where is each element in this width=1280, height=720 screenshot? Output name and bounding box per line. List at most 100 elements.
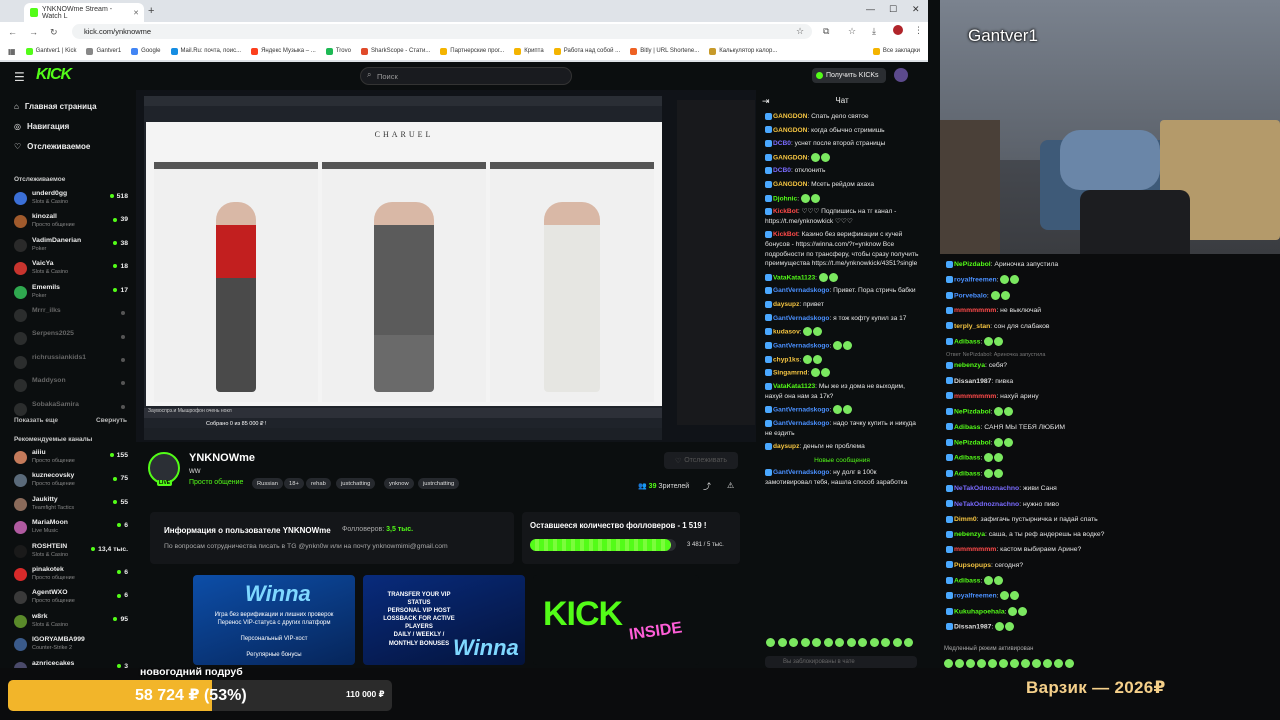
sidebar-channel[interactable]: aiiiu Просто общение 155 — [14, 448, 128, 468]
minimize-icon[interactable]: — — [866, 4, 875, 14]
bookmark-item[interactable]: SharkScope - Стати... — [360, 47, 430, 55]
sidebar-channel[interactable]: VadimDanerian Poker 38 — [14, 236, 128, 256]
chat-username[interactable]: GantVernadskogo — [773, 420, 829, 427]
chat-username[interactable]: Djohnic — [773, 195, 797, 202]
chat-username[interactable]: kudasov — [773, 328, 800, 335]
emote-icon[interactable] — [800, 638, 810, 647]
reload-icon[interactable]: ↻ — [50, 27, 58, 38]
chat-username[interactable]: Dimm0 — [954, 516, 977, 523]
nav-browse[interactable]: ◎ Навигация — [14, 122, 69, 131]
back-icon[interactable]: ← — [8, 27, 17, 37]
emote-icon[interactable] — [777, 638, 787, 647]
profile-avatar[interactable] — [893, 25, 903, 35]
tag[interactable]: ynknow — [384, 478, 414, 489]
sidebar-channel[interactable]: Serpens2025 — [14, 329, 128, 349]
emote-icon[interactable] — [812, 638, 821, 647]
chat-username[interactable]: royalfreemen — [954, 277, 997, 284]
chat-username[interactable]: DCB0 — [773, 140, 791, 147]
sidebar-channel[interactable]: MariaMoon Live Music 6 — [14, 518, 128, 538]
chat-username[interactable]: NePizdabol — [954, 261, 991, 268]
chat-username[interactable]: NeTakOdnoznachno — [954, 501, 1019, 508]
emote-icon[interactable] — [881, 638, 890, 647]
chat-username[interactable]: Dissan1987 — [954, 378, 991, 385]
chat-username[interactable]: GANGDON — [773, 181, 807, 188]
user-avatar[interactable] — [894, 68, 908, 82]
stream-category[interactable]: Просто общение — [189, 479, 243, 486]
bookmark-item[interactable]: Gantver1 | Kick — [25, 47, 76, 55]
chat-username[interactable]: mmmmmmm — [954, 393, 996, 400]
emote-icon[interactable] — [823, 638, 833, 647]
chat-username[interactable]: mmmmmmm — [954, 546, 996, 553]
report-icon[interactable]: ⚠ — [727, 481, 734, 490]
maximize-icon[interactable]: ☐ — [889, 4, 897, 15]
bookmark-item[interactable]: Партнерские прог... — [440, 47, 504, 55]
emote-icon[interactable] — [892, 638, 902, 647]
apps-icon[interactable]: ▦ — [8, 47, 16, 56]
chat-username[interactable]: GantVernadskogo — [773, 407, 829, 414]
chat-username[interactable]: VataKata1123 — [773, 274, 815, 281]
all-bookmarks[interactable]: Все закладки — [872, 47, 920, 55]
tag[interactable]: rehab — [306, 478, 331, 489]
chat-username[interactable]: GantVernadskogo — [773, 342, 829, 349]
browser-menu-icon[interactable]: ⋮ — [914, 25, 923, 36]
sidebar-channel[interactable]: Jaukitty Teamfight Tactics 55 — [14, 495, 128, 515]
chat-username[interactable]: NeTakOdnoznachno — [954, 485, 1019, 492]
chat-input[interactable]: Вы заблокированы в чате — [765, 656, 917, 668]
chat-username[interactable]: Adibass — [954, 424, 980, 431]
sidebar-channel[interactable]: AgentWXO Просто общение 6 — [14, 588, 128, 608]
chat-username[interactable]: GantVernadskogo — [773, 287, 829, 294]
star-bookmark-icon[interactable]: ☆ — [796, 26, 804, 37]
url-field[interactable]: kick.com/ynknowme — [72, 24, 812, 39]
download-icon[interactable]: ⤓ — [872, 26, 876, 37]
sidebar-channel[interactable]: w8rk Slots & Casino 95 — [14, 612, 128, 632]
bookmark-item[interactable]: Gantver1 — [86, 47, 121, 55]
search-input[interactable]: ⌕ Поиск — [360, 67, 572, 85]
emote-icon[interactable] — [846, 638, 856, 647]
bookmark-item[interactable]: Bitly | URL Shortene... — [630, 47, 699, 55]
tag[interactable]: 18+ — [284, 478, 304, 489]
chat-username[interactable]: nebenzya — [954, 362, 985, 369]
close-window-icon[interactable]: ✕ — [912, 4, 920, 15]
emote-icon[interactable] — [789, 638, 798, 647]
emote-icon[interactable] — [835, 638, 844, 647]
chat-username[interactable]: DCB0 — [773, 167, 791, 174]
close-tab-icon[interactable]: ✕ — [133, 9, 139, 17]
bookmark-item[interactable]: Mail.Ru: почта, поис... — [170, 47, 241, 55]
get-kicks-button[interactable]: Получить KICKs — [812, 68, 886, 83]
emote-icon[interactable] — [766, 638, 775, 647]
chat-username[interactable]: Porvebalo — [954, 292, 987, 299]
tag[interactable]: justchatting — [336, 478, 376, 489]
forward-icon[interactable]: → — [29, 27, 38, 37]
vip-panel[interactable]: TRANSFER YOUR VIP STATUS PERSONAL VIP HOST… — [363, 575, 525, 665]
winna-panel[interactable]: Winna Игра без верификации и лишних пров… — [193, 575, 355, 665]
chat-username[interactable]: KickBot — [773, 208, 798, 215]
chat-username[interactable]: chyp1ks — [773, 356, 799, 363]
sidebar-channel[interactable]: Mrrr_ilks — [14, 306, 128, 326]
bookmark-item[interactable]: Калькулятор калор... — [709, 47, 777, 55]
chat-username[interactable]: NePizdabol — [954, 439, 991, 446]
streamer-name[interactable]: YNKNOWme — [189, 452, 255, 464]
collapse-chat-icon[interactable]: ⇥ — [762, 90, 770, 112]
chat-username[interactable]: Adibass — [954, 470, 980, 477]
emote-icon[interactable] — [869, 638, 879, 647]
chat-username[interactable]: daysupz — [773, 301, 799, 308]
chat-username[interactable]: GANGDON — [773, 154, 807, 161]
bookmark-item[interactable]: Работа над собой ... — [553, 47, 620, 55]
chat-username[interactable]: mmmmmmm — [954, 307, 996, 314]
bookmark-icon[interactable]: ☆ — [848, 26, 856, 37]
sidebar-channel[interactable]: Ememils Poker 17 — [14, 283, 128, 303]
sidebar-channel[interactable]: kuznecovsky Просто общение 75 — [14, 471, 128, 491]
chat-username[interactable]: terply_stan — [954, 323, 990, 330]
chat-username[interactable]: daysupz — [773, 443, 799, 450]
chat-username[interactable]: nebenzya — [954, 531, 985, 538]
chat-username[interactable]: Dissan1987 — [954, 624, 991, 631]
nav-home[interactable]: ⌂ Главная страница — [14, 102, 97, 111]
menu-icon[interactable]: ☰ — [14, 70, 25, 84]
chat-username[interactable]: GantVernadskogo — [773, 469, 829, 476]
chat-username[interactable]: royalfreemen — [954, 593, 997, 600]
extensions-icon[interactable]: ⧉ — [823, 26, 829, 37]
tag[interactable]: Russian — [252, 478, 283, 489]
share-icon[interactable]: ⤴ — [703, 481, 711, 492]
bookmark-item[interactable]: Яндекс Музыка – ... — [251, 47, 316, 55]
kick-inside-panel[interactable]: KICK INSIDE — [533, 575, 699, 665]
